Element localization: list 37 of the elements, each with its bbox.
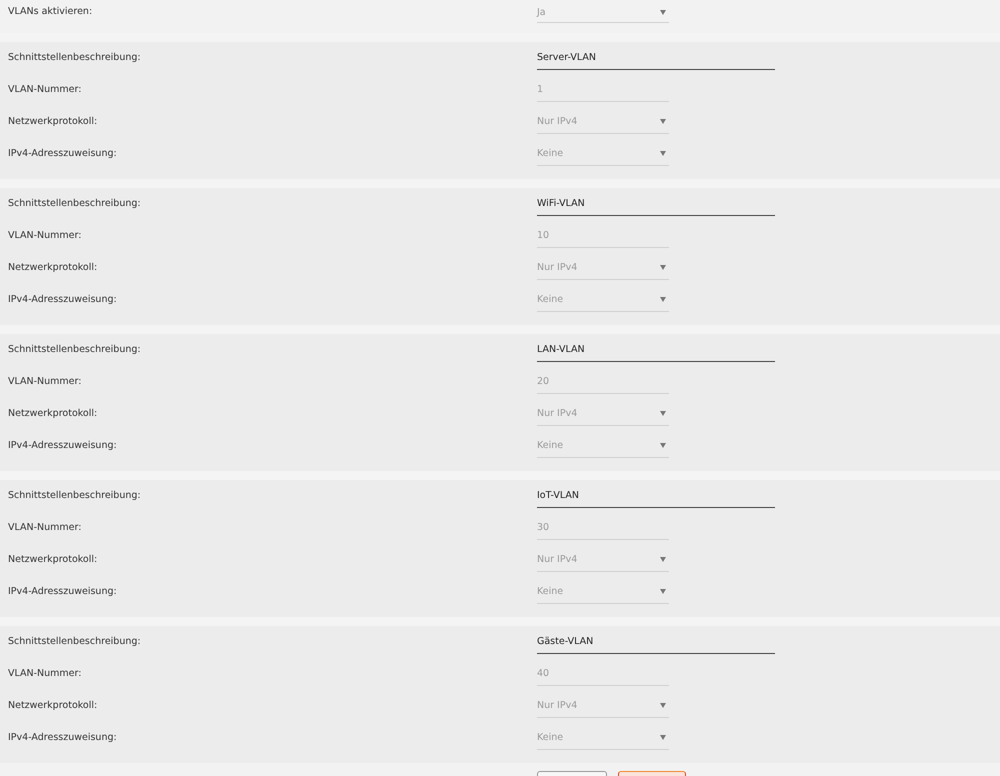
field-label: Netzwerkprotokoll: (8, 408, 98, 419)
caret-icon (660, 151, 666, 156)
field-label: Netzwerkprotokoll: (8, 700, 98, 711)
field-label: Schnittstellenbeschreibung: (8, 344, 141, 355)
caret-icon (660, 703, 666, 708)
field-label: Schnittstellenbeschreibung: (8, 52, 141, 63)
caret-icon (660, 735, 666, 740)
field-label: IPv4-Adresszuweisung: (8, 732, 117, 743)
field-label: IPv4-Adresszuweisung: (8, 440, 117, 451)
field-label: VLAN-Nummer: (8, 84, 82, 95)
field-label: VLAN-Nummer: (8, 668, 82, 679)
input-field[interactable]: Gäste-VLAN (537, 630, 775, 654)
field-label: VLANs aktivieren: (8, 6, 92, 17)
input-field[interactable]: LAN-VLAN (537, 338, 775, 362)
field-label: Netzwerkprotokoll: (8, 554, 98, 565)
caret-icon (660, 265, 666, 270)
caret-icon (660, 589, 666, 594)
input-field[interactable]: IoT-VLAN (537, 484, 775, 508)
field-label: Netzwerkprotokoll: (8, 116, 98, 127)
field-label: Netzwerkprotokoll: (8, 262, 98, 273)
caret-icon (660, 411, 666, 416)
field-label: Schnittstellenbeschreibung: (8, 490, 141, 501)
field-label: IPv4-Adresszuweisung: (8, 294, 117, 305)
caret-icon (660, 297, 666, 302)
input-field[interactable]: WiFi-VLAN (537, 192, 775, 216)
field-label: IPv4-Adresszuweisung: (8, 148, 117, 159)
field-label: IPv4-Adresszuweisung: (8, 586, 117, 597)
caret-icon (660, 557, 666, 562)
field-label: Schnittstellenbeschreibung: (8, 636, 141, 647)
caret-icon (660, 443, 666, 448)
field-label: Schnittstellenbeschreibung: (8, 198, 141, 209)
field-label: VLAN-Nummer: (8, 230, 82, 241)
caret-icon (660, 119, 666, 124)
input-field[interactable]: Server-VLAN (537, 46, 775, 70)
field-label: VLAN-Nummer: (8, 376, 82, 387)
caret-icon (660, 10, 666, 15)
field-label: VLAN-Nummer: (8, 522, 82, 533)
